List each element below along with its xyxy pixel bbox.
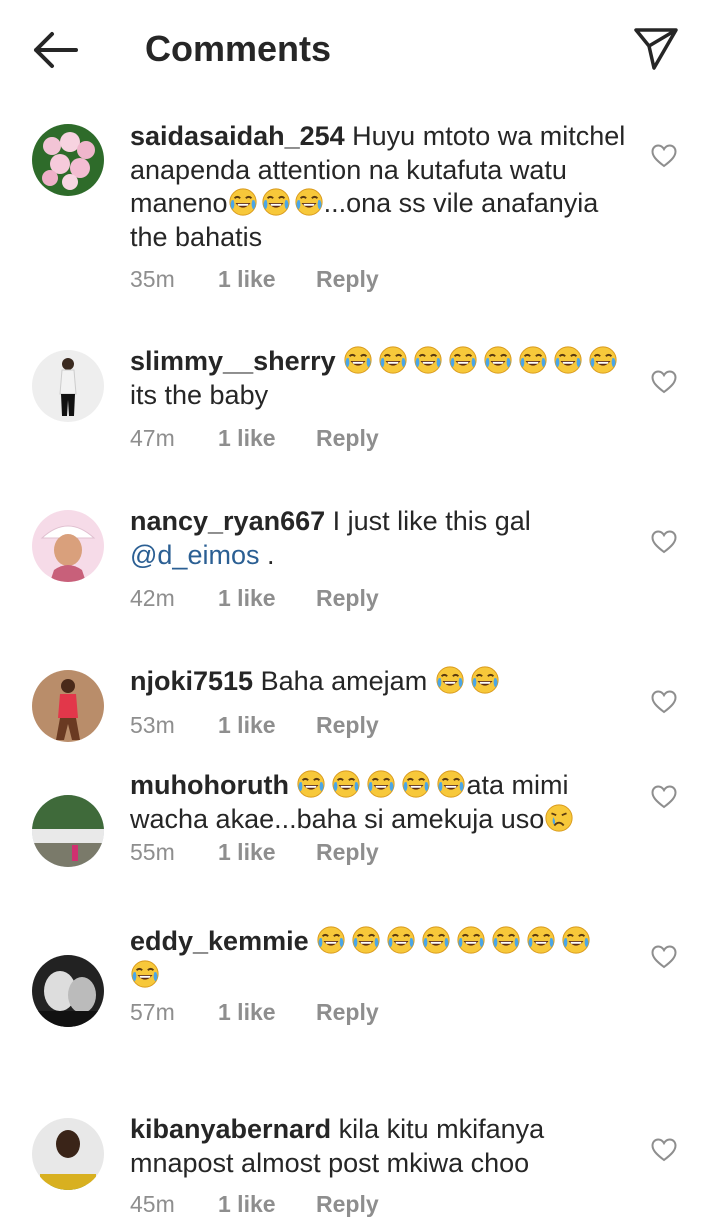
laughing-emoji-icon bbox=[435, 665, 499, 695]
heart-icon[interactable] bbox=[651, 690, 677, 714]
comment-likes[interactable]: 1 like bbox=[218, 712, 316, 739]
reply-button[interactable]: Reply bbox=[316, 425, 379, 452]
heart-icon[interactable] bbox=[651, 945, 677, 969]
mention-link[interactable]: @d_eimos bbox=[130, 540, 259, 570]
comment-meta: 45m 1 like Reply bbox=[130, 1191, 379, 1218]
comment-meta: 42m 1 like Reply bbox=[130, 585, 379, 612]
comment-body: kibanyabernard kila kitu mkifanya mnapos… bbox=[130, 1113, 630, 1180]
comment-likes[interactable]: 1 like bbox=[218, 425, 316, 452]
comment-likes[interactable]: 1 like bbox=[218, 839, 316, 866]
comment-time: 45m bbox=[130, 1191, 175, 1217]
comment-item: saidasaidah_254 Huyu mtoto wa mitchel an… bbox=[0, 100, 719, 330]
reply-button[interactable]: Reply bbox=[316, 839, 379, 866]
comment-body: muhohoruth ata mimi wacha akae...baha si… bbox=[130, 769, 630, 836]
laughing-emoji-icon bbox=[228, 187, 323, 217]
avatar[interactable] bbox=[32, 670, 104, 742]
comment-item: slimmy__sherry its the baby 47m 1 like Rep… bbox=[0, 330, 719, 490]
comment-username[interactable]: eddy_kemmie bbox=[130, 926, 309, 956]
avatar[interactable] bbox=[32, 510, 104, 582]
comment-meta: 53m 1 like Reply bbox=[130, 712, 379, 739]
heart-icon[interactable] bbox=[651, 370, 677, 394]
avatar[interactable] bbox=[32, 350, 104, 422]
crying-emoji-icon bbox=[545, 803, 574, 832]
comment-body: saidasaidah_254 Huyu mtoto wa mitchel an… bbox=[130, 120, 630, 254]
comment-time: 53m bbox=[130, 712, 175, 738]
comment-time: 42m bbox=[130, 585, 175, 611]
header-bar: Comments bbox=[0, 0, 719, 100]
reply-button[interactable]: Reply bbox=[316, 585, 379, 612]
comment-body: eddy_kemmie bbox=[130, 925, 630, 992]
heart-icon[interactable] bbox=[651, 144, 677, 168]
comment-meta: 47m 1 like Reply bbox=[130, 425, 379, 452]
comment-username[interactable]: saidasaidah_254 bbox=[130, 121, 345, 151]
comment-list: saidasaidah_254 Huyu mtoto wa mitchel an… bbox=[0, 100, 719, 1097]
comment-likes[interactable]: 1 like bbox=[218, 585, 316, 612]
comment-text: I just like this gal bbox=[332, 506, 531, 536]
comment-time: 55m bbox=[130, 839, 175, 865]
comment-body: nancy_ryan667 I just like this gal @d_ei… bbox=[130, 505, 630, 572]
comment-meta: 55m 1 like Reply bbox=[130, 839, 379, 866]
heart-icon[interactable] bbox=[651, 1138, 677, 1162]
comment-item: kibanyabernard kila kitu mkifanya mnapos… bbox=[0, 1100, 719, 1217]
comment-item: nancy_ryan667 I just like this gal @d_ei… bbox=[0, 490, 719, 650]
comment-username[interactable]: slimmy__sherry bbox=[130, 346, 336, 376]
comment-likes[interactable]: 1 like bbox=[218, 999, 316, 1026]
reply-button[interactable]: Reply bbox=[316, 712, 379, 739]
comment-meta: 35m 1 like Reply bbox=[130, 266, 379, 293]
comment-username[interactable]: muhohoruth bbox=[130, 770, 289, 800]
comment-text: its the baby bbox=[130, 379, 269, 410]
comment-item: njoki7515 Baha amejam 53m 1 like Reply bbox=[0, 650, 719, 777]
paper-plane-icon bbox=[634, 28, 678, 70]
comment-time: 35m bbox=[130, 266, 175, 292]
arrow-left-icon bbox=[34, 32, 78, 68]
avatar[interactable] bbox=[32, 955, 104, 1027]
laughing-emoji-icon bbox=[317, 925, 591, 955]
comment-body: slimmy__sherry its the baby bbox=[130, 345, 630, 412]
heart-icon[interactable] bbox=[651, 530, 677, 554]
comment-text: Baha amejam bbox=[260, 666, 428, 696]
comment-body: njoki7515 Baha amejam bbox=[130, 665, 630, 699]
comment-time: 57m bbox=[130, 999, 175, 1025]
laughing-emoji-icon bbox=[130, 959, 160, 988]
comment-likes[interactable]: 1 like bbox=[218, 1191, 316, 1218]
comment-likes[interactable]: 1 like bbox=[218, 266, 316, 293]
laughing-emoji-icon bbox=[297, 769, 466, 799]
comment-text-end: . bbox=[259, 539, 275, 570]
comment-meta: 57m 1 like Reply bbox=[130, 999, 379, 1026]
back-button[interactable] bbox=[30, 28, 82, 72]
avatar[interactable] bbox=[32, 795, 104, 867]
comment-item: eddy_kemmie 57m 1 like Reply bbox=[0, 925, 719, 1097]
avatar[interactable] bbox=[32, 124, 104, 196]
heart-icon[interactable] bbox=[651, 785, 677, 809]
comment-username[interactable]: nancy_ryan667 bbox=[130, 506, 325, 536]
laughing-emoji-icon bbox=[344, 345, 618, 375]
comment-time: 47m bbox=[130, 425, 175, 451]
comment-username[interactable]: kibanyabernard bbox=[130, 1114, 331, 1144]
avatar[interactable] bbox=[32, 1118, 104, 1190]
comment-username[interactable]: njoki7515 bbox=[130, 666, 253, 696]
reply-button[interactable]: Reply bbox=[316, 1191, 379, 1218]
share-button[interactable] bbox=[630, 24, 682, 72]
comment-item: muhohoruth ata mimi wacha akae...baha si… bbox=[0, 769, 719, 937]
page-title: Comments bbox=[145, 28, 332, 69]
reply-button[interactable]: Reply bbox=[316, 266, 379, 293]
reply-button[interactable]: Reply bbox=[316, 999, 379, 1026]
